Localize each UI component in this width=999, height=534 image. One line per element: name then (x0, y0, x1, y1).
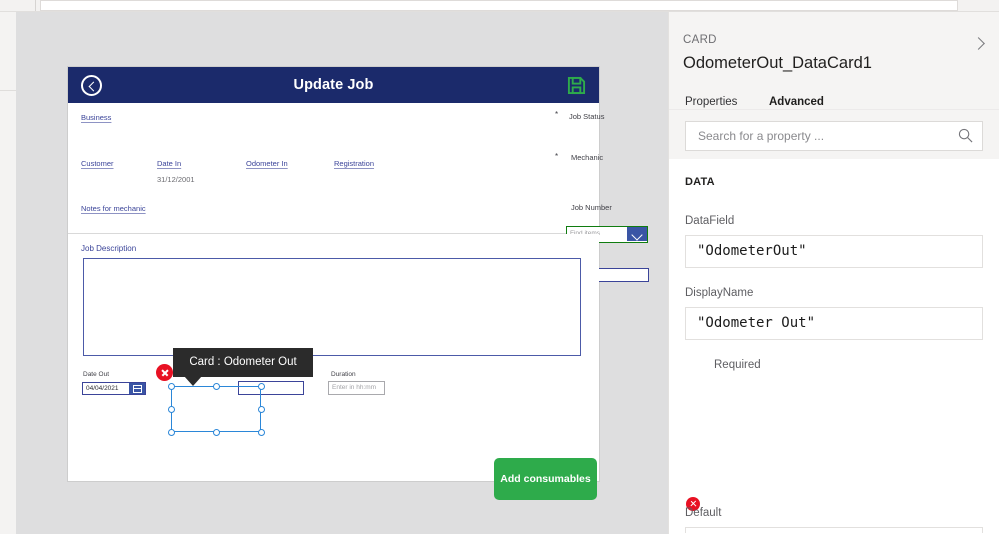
panel-title: OdometerOut_DataCard1 (683, 54, 872, 72)
toolbar-left-chip (0, 0, 36, 11)
search-icon[interactable] (958, 128, 973, 143)
resize-handle-s[interactable] (212, 428, 220, 436)
form-lower-section: Job Description Date Out 04/04/2021 Odom… (68, 234, 599, 500)
prop-value-default: ThisItem.OdometerOut (697, 528, 866, 533)
date-out-value: 04/04/2021 (86, 385, 119, 392)
job-description-textarea[interactable] (83, 258, 581, 356)
resize-handle-e[interactable] (257, 405, 265, 413)
chevron-down-icon[interactable] (627, 227, 647, 241)
calendar-glyph (132, 385, 142, 393)
field-label-job-number: Job Number (571, 203, 612, 212)
form-upper-section: Business * Job Status Find items Custome… (68, 103, 649, 282)
required-star-job-status: * (555, 110, 559, 119)
prop-label-required: Required (714, 359, 761, 371)
add-consumables-button[interactable]: Add consumables (494, 458, 597, 500)
odometer-out-input[interactable] (238, 381, 304, 395)
left-rail (0, 12, 16, 534)
resize-handle-se[interactable] (257, 428, 265, 436)
field-label-registration[interactable]: Registration (334, 159, 374, 168)
resize-handle-ne[interactable] (257, 382, 265, 390)
required-star-mechanic: * (555, 152, 559, 161)
prop-input-default[interactable]: ThisItem.OdometerOut (685, 527, 983, 533)
prop-value-datafield: "OdometerOut" (697, 243, 807, 259)
resize-handle-nw[interactable] (167, 382, 175, 390)
property-search-placeholder: Search for a property ... (698, 129, 825, 143)
prop-value-displayname: "Odometer Out" (697, 315, 816, 331)
field-label-odometer-in[interactable]: Odometer In (246, 159, 288, 168)
field-label-date-out: Date Out (83, 371, 110, 378)
field-label-job-description: Job Description (81, 244, 137, 253)
app-canvas: Update Job Business * Job Status Find it… (16, 12, 668, 534)
field-label-duration: Duration (331, 371, 356, 378)
field-label-date-in[interactable]: Date In (157, 159, 181, 168)
resize-handle-sw[interactable] (167, 428, 175, 436)
date-out-picker[interactable]: 04/04/2021 (82, 382, 146, 395)
resize-handle-w[interactable] (167, 405, 175, 413)
prop-input-datafield[interactable]: "OdometerOut" (685, 235, 983, 268)
prop-input-displayname[interactable]: "Odometer Out" (685, 307, 983, 340)
field-label-notes-for-mechanic[interactable]: Notes for mechanic (81, 204, 146, 213)
card-tooltip: Card : Odometer Out (173, 348, 313, 377)
field-label-customer[interactable]: Customer (81, 159, 114, 168)
resize-handle-n[interactable] (212, 382, 220, 390)
duration-input[interactable]: Enter in hh:mm (328, 381, 385, 395)
panel-properties-list[interactable]: DATA DataField "OdometerOut" DisplayName… (669, 159, 999, 533)
duration-placeholder: Enter in hh:mm (332, 384, 377, 391)
error-x-icon[interactable] (156, 364, 173, 381)
field-label-business[interactable]: Business (81, 113, 111, 122)
tab-properties[interactable]: Properties (685, 96, 737, 108)
left-rail-divider (0, 90, 16, 91)
tooltip-arrow (184, 376, 202, 386)
app-header-bar: Update Job (68, 67, 599, 103)
prop-label-default: Default (685, 507, 722, 519)
prop-label-displayname: DisplayName (685, 287, 754, 299)
toolbar-formula-strip[interactable] (40, 0, 958, 11)
field-label-job-status: Job Status (569, 112, 605, 121)
field-value-date-in: 31/12/2001 (157, 175, 195, 184)
section-heading-data: DATA (685, 176, 715, 188)
app-title: Update Job (293, 77, 374, 93)
save-floppy-icon[interactable] (567, 76, 586, 95)
app-toolbar-strip (0, 0, 999, 12)
panel-kicker: CARD (683, 34, 717, 46)
field-label-mechanic: Mechanic (571, 153, 604, 162)
app-screen: Update Job Business * Job Status Find it… (68, 67, 649, 500)
chevron-right-icon[interactable] (971, 37, 985, 51)
calendar-icon[interactable] (129, 383, 145, 394)
panel-header: CARD OdometerOut_DataCard1 Properties Ad… (669, 12, 999, 119)
panel-search-area: Search for a property ... (669, 110, 999, 159)
property-search-input[interactable]: Search for a property ... (685, 121, 983, 151)
properties-panel: CARD OdometerOut_DataCard1 Properties Ad… (668, 12, 999, 534)
tab-advanced[interactable]: Advanced (769, 96, 824, 108)
prop-label-datafield: DataField (685, 215, 735, 227)
